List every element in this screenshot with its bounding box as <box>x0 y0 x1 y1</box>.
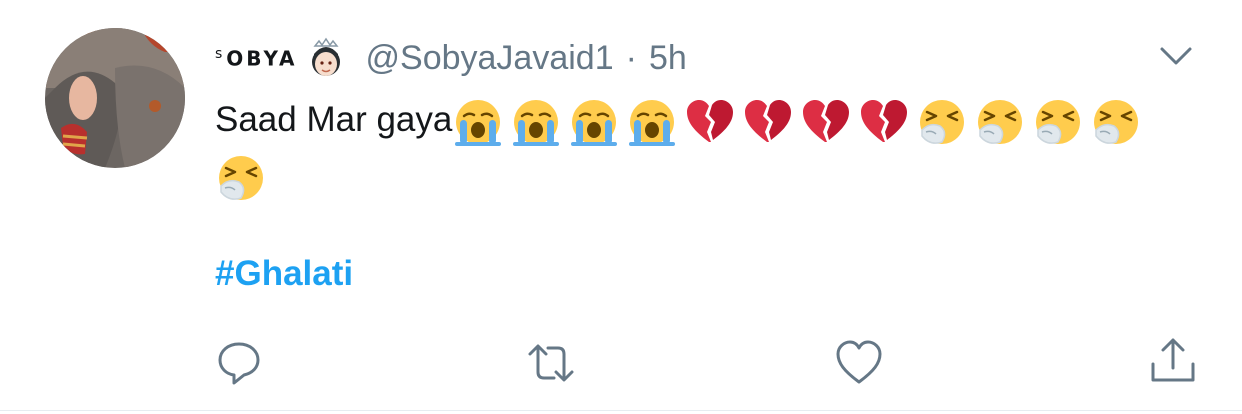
crying-face-emoji-icon <box>629 99 676 146</box>
avatar[interactable] <box>45 28 185 168</box>
divider <box>0 410 1242 411</box>
timestamp[interactable]: 5h <box>649 39 687 78</box>
crying-face-emoji-icon <box>455 99 502 146</box>
heart-icon[interactable] <box>834 338 884 388</box>
tweet[interactable]: sOBYA @SobyaJavaid1 · 5h Saad Mar gaya #… <box>0 0 1242 414</box>
princess-emoji-icon <box>311 37 340 76</box>
display-name[interactable]: sOBYA <box>215 46 298 71</box>
tweet-text: Saad Mar gaya <box>215 94 1205 204</box>
display-name-prefix: s <box>215 45 226 62</box>
broken-heart-emoji-icon <box>745 99 792 142</box>
share-icon[interactable] <box>1148 336 1198 386</box>
sneezing-face-emoji-icon <box>978 99 1023 144</box>
reply-icon[interactable] <box>214 338 264 388</box>
chevron-down-icon[interactable] <box>1156 40 1196 72</box>
emoji-row <box>452 96 1148 148</box>
separator-dot: · <box>625 38 637 77</box>
retweet-icon[interactable] <box>526 338 576 388</box>
sneezing-face-emoji-icon <box>920 99 965 144</box>
display-name-text: OBYA <box>226 46 298 71</box>
hashtag-link[interactable]: #Ghalati <box>215 254 353 294</box>
broken-heart-emoji-icon <box>861 99 908 142</box>
sneezing-face-emoji-icon <box>1036 99 1081 144</box>
tweet-actions <box>0 330 1242 390</box>
broken-heart-emoji-icon <box>687 99 734 142</box>
crying-face-emoji-icon <box>571 99 618 146</box>
sneezing-face-emoji-icon <box>1094 99 1139 144</box>
tweet-header: sOBYA @SobyaJavaid1 · 5h <box>215 36 687 80</box>
emoji-row <box>215 150 1205 204</box>
tweet-text-content: Saad Mar gaya <box>215 100 453 139</box>
user-handle[interactable]: @SobyaJavaid1 <box>366 39 614 78</box>
broken-heart-emoji-icon <box>803 99 850 142</box>
sneezing-face-emoji-icon <box>219 155 263 200</box>
crying-face-emoji-icon <box>513 99 560 146</box>
